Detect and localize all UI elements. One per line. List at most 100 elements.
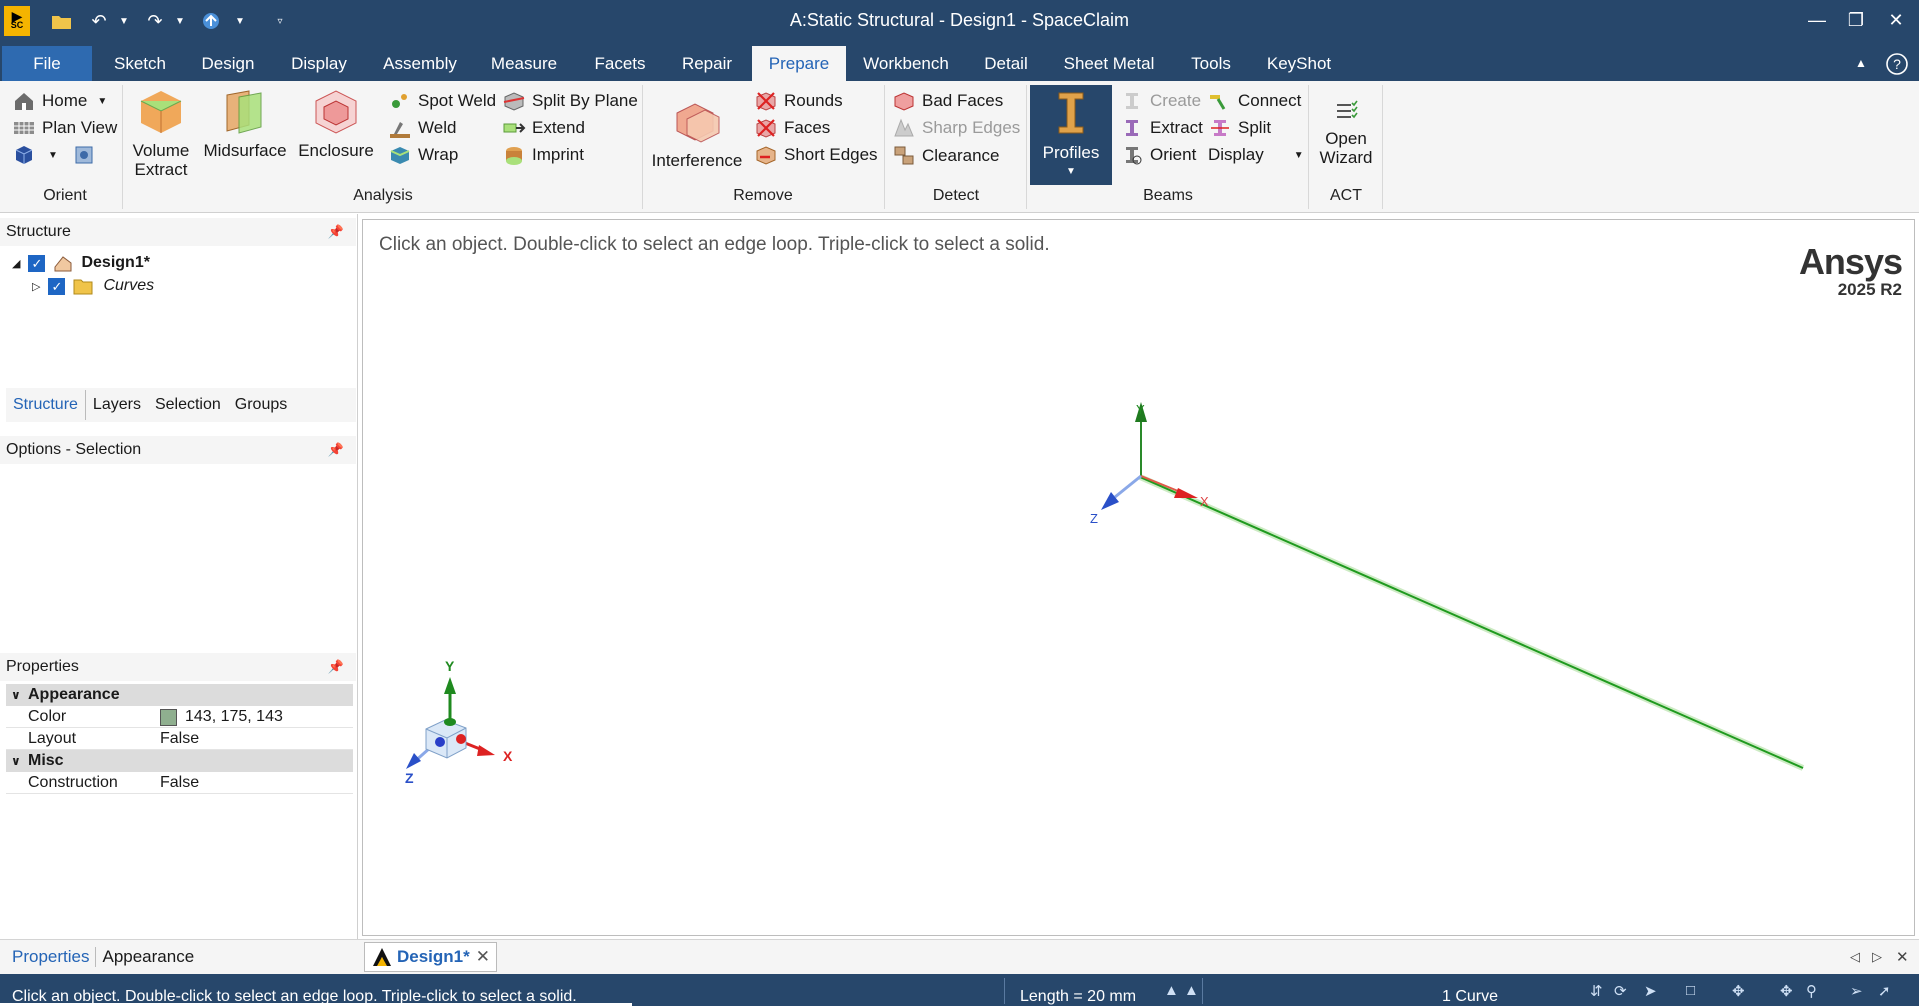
faces-button[interactable]: Faces	[754, 113, 830, 143]
sharp-edges-button[interactable]: Sharp Edges	[892, 113, 1020, 143]
bad-faces-button[interactable]: Bad Faces	[892, 86, 1003, 116]
tab-file[interactable]: File	[2, 46, 92, 81]
tab-display[interactable]: Display	[276, 46, 362, 81]
close-tab-icon[interactable]: ✕	[476, 947, 490, 967]
close-window-icon[interactable]: ✕	[1876, 4, 1916, 36]
connect-beam-button[interactable]: Connect	[1208, 86, 1301, 116]
tab-properties[interactable]: Properties	[6, 947, 97, 967]
tab-measure[interactable]: Measure	[478, 46, 570, 81]
tab-prepare[interactable]: Prepare	[752, 46, 846, 81]
pin-icon[interactable]: 📌	[328, 653, 344, 681]
split-by-plane-button[interactable]: Split By Plane	[502, 86, 638, 116]
tab-sketch[interactable]: Sketch	[100, 46, 180, 81]
tab-repair[interactable]: Repair	[668, 46, 746, 81]
pin-icon[interactable]: 📌	[328, 218, 344, 246]
select-previous-icon[interactable]: ▲	[1164, 982, 1179, 999]
tab-tools[interactable]: Tools	[1176, 46, 1246, 81]
extract-beam-button[interactable]: Extract	[1120, 113, 1203, 143]
tab-assembly[interactable]: Assembly	[372, 46, 468, 81]
wrap-button[interactable]: Wrap	[388, 140, 458, 170]
weld-button[interactable]: Weld	[388, 113, 456, 143]
tab-selection[interactable]: Selection	[148, 390, 228, 420]
open-wizard-button[interactable]: Open Wizard	[1314, 99, 1378, 167]
visibility-checkbox[interactable]: ✓	[28, 254, 46, 272]
help-icon[interactable]: ?	[1882, 46, 1912, 81]
chevron-down-icon[interactable]: ∨	[11, 750, 21, 772]
z-axis-line	[1114, 474, 1142, 499]
property-row-layout[interactable]: Layout False	[6, 728, 353, 750]
tab-layers[interactable]: Layers	[86, 390, 148, 420]
imprint-icon	[506, 147, 522, 165]
midsurface-button[interactable]: Midsurface	[203, 85, 287, 160]
split-beam-button[interactable]: Split	[1208, 113, 1271, 143]
doc-tab-design1[interactable]: Design1* ✕	[364, 942, 497, 972]
orient-beam-button[interactable]: Orient	[1120, 140, 1196, 170]
title-bar: ▶ SC ↶ ▼ ↷ ▼ ▼ ▿ A:Static Structural - De…	[0, 0, 1919, 42]
close-all-tabs-icon[interactable]: ✕	[1896, 942, 1909, 972]
enclosure-button[interactable]: Enclosure	[296, 85, 376, 160]
tab-appearance[interactable]: Appearance	[96, 947, 200, 967]
interference-icon	[676, 103, 720, 143]
tab-scroll-right-icon[interactable]: ▷	[1872, 942, 1882, 972]
interference-button[interactable]: Interference	[652, 95, 742, 170]
beam-display-button[interactable]: Display ▼	[1208, 140, 1304, 170]
tab-structure[interactable]: Structure	[6, 390, 86, 420]
tab-design[interactable]: Design	[188, 46, 268, 81]
property-row-construction[interactable]: Construction False	[6, 772, 353, 794]
select-pointer-icon[interactable]: ➤	[1644, 982, 1657, 1000]
tab-detail[interactable]: Detail	[968, 46, 1044, 81]
property-section-misc[interactable]: ∨ Misc	[6, 750, 353, 772]
group-label-remove: Remove	[733, 187, 793, 204]
tab-scroll-left-icon[interactable]: ◁	[1850, 942, 1860, 972]
i-beam-icon	[1058, 92, 1084, 134]
move-icon[interactable]: ✥	[1780, 982, 1793, 1000]
group-divider	[122, 85, 123, 209]
volume-extract-button[interactable]: Volume Extract	[128, 85, 194, 179]
tab-facets[interactable]: Facets	[578, 46, 662, 81]
box-select-icon[interactable]: □	[1686, 982, 1695, 999]
home-button[interactable]: Home ▼	[12, 86, 107, 116]
tab-sheet-metal[interactable]: Sheet Metal	[1052, 46, 1166, 81]
tab-groups[interactable]: Groups	[228, 390, 294, 420]
fly-icon[interactable]: ➢	[1850, 982, 1863, 1000]
property-row-color[interactable]: Color 143, 175, 143	[6, 706, 353, 728]
tab-keyshot[interactable]: KeyShot	[1256, 46, 1342, 81]
graphics-viewport[interactable]: Click an object. Double-click to select …	[362, 219, 1915, 936]
tree-label: Curves	[103, 277, 155, 294]
short-edges-button[interactable]: Short Edges	[754, 140, 878, 170]
color-swatch[interactable]	[160, 708, 177, 726]
restore-icon[interactable]: ❐	[1836, 4, 1876, 36]
spot-weld-button[interactable]: Spot Weld	[388, 86, 496, 116]
pan-icon[interactable]: ✥	[1732, 982, 1745, 1000]
view-triad[interactable]: Y X Z	[405, 658, 513, 786]
imprint-button[interactable]: Imprint	[502, 140, 584, 170]
plan-view-button[interactable]: Plan View	[12, 113, 117, 143]
visibility-checkbox[interactable]: ✓	[48, 277, 66, 295]
minimize-icon[interactable]: —	[1797, 4, 1837, 36]
faces-icon	[756, 119, 776, 138]
extend-button[interactable]: Extend	[502, 113, 585, 143]
property-section-appearance[interactable]: ∨ Appearance	[6, 684, 353, 706]
rotate-icon[interactable]: ⟳	[1614, 982, 1627, 1000]
pin-icon[interactable]: 📌	[328, 436, 344, 464]
chevron-down-icon[interactable]: ∨	[11, 684, 21, 706]
collapse-ribbon-icon[interactable]: ▲	[1846, 46, 1876, 81]
ribbon-tab-bar: File Sketch Design Display Assembly Meas…	[0, 42, 1919, 81]
view-cube-button[interactable]: ▼	[12, 140, 58, 170]
collapse-icon[interactable]: ▷	[32, 280, 40, 293]
short-edges-icon	[756, 146, 776, 165]
profiles-button[interactable]: Profiles ▼	[1030, 85, 1112, 185]
rounds-button[interactable]: Rounds	[754, 86, 843, 116]
select-next-icon[interactable]: ▲	[1184, 982, 1199, 999]
tree-item-curves[interactable]: ▷ ✓ Curves	[32, 274, 154, 298]
zoom-icon[interactable]: ⚲	[1806, 982, 1817, 1000]
expand-icon[interactable]: ◢	[12, 257, 20, 270]
create-beam-button[interactable]: Create	[1120, 86, 1201, 116]
scroll-updown-icon[interactable]: ⇵	[1590, 982, 1603, 1000]
snap-view-button[interactable]	[72, 140, 102, 170]
clearance-button[interactable]: Clearance	[892, 141, 1000, 171]
selected-curve[interactable]	[1139, 476, 1804, 769]
tab-workbench[interactable]: Workbench	[854, 46, 958, 81]
tree-item-design[interactable]: ◢ ✓ Design1*	[12, 251, 150, 275]
measure-icon[interactable]: ➚	[1878, 982, 1891, 1000]
